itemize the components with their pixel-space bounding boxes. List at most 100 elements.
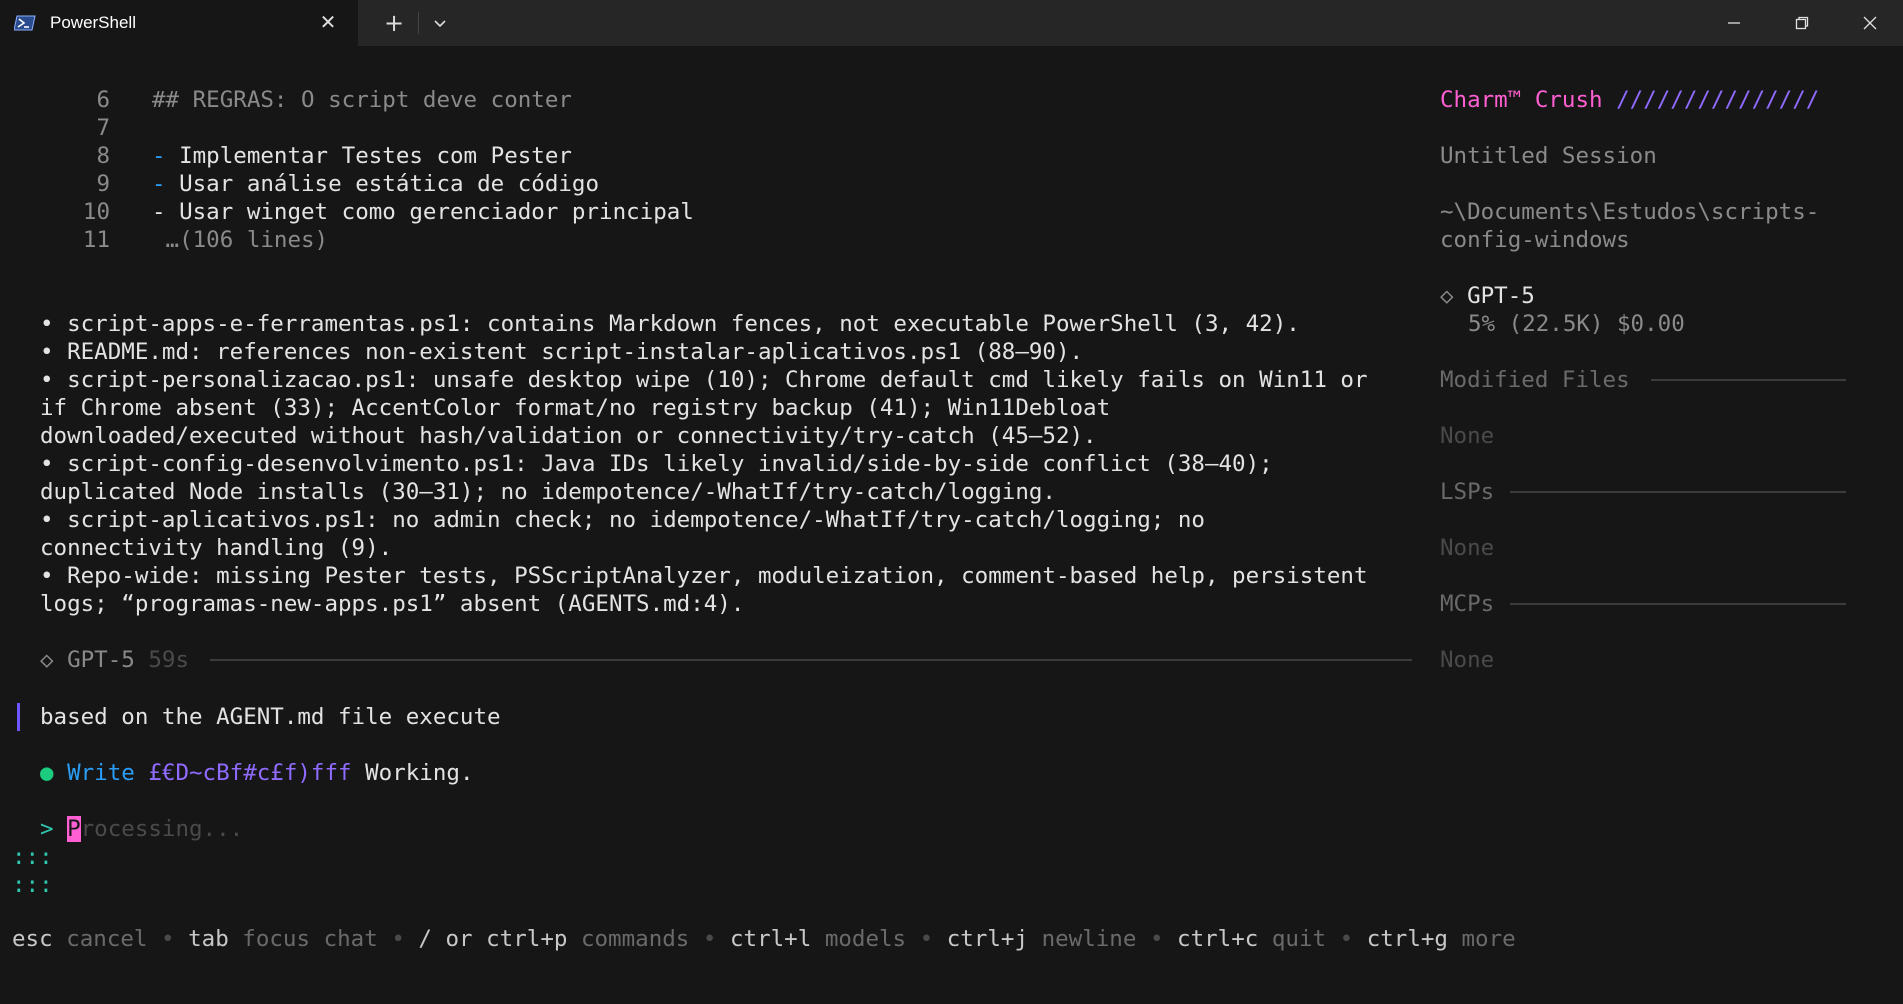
help-key: esc xyxy=(12,926,53,952)
diamond-icon: ◇ xyxy=(1440,283,1454,309)
help-key: ctrl+j xyxy=(946,926,1029,952)
code-line: ## REGRAS: O script deve conter xyxy=(152,87,572,113)
help-sep: • xyxy=(1149,926,1164,952)
help-desc: focus chat xyxy=(242,926,378,952)
modified-files-value: None xyxy=(1440,423,1495,449)
divider xyxy=(1510,491,1846,493)
code-line: - Usar análise estática de código xyxy=(152,170,599,198)
close-icon[interactable]: ✕ xyxy=(316,10,340,34)
chat-input[interactable]: > Processing... xyxy=(40,815,243,843)
user-message-marker xyxy=(17,703,20,731)
help-desc: cancel xyxy=(66,926,148,952)
brand-name: Charm™ Crush xyxy=(1440,87,1603,113)
prompt-chevron-icon: > xyxy=(40,816,54,842)
sidebar-model: ◇ GPT-5 xyxy=(1440,282,1535,310)
divider xyxy=(210,659,1412,661)
session-title: Untitled Session xyxy=(1440,143,1657,169)
finding-line: • script-aplicativos.ps1: no admin check… xyxy=(40,507,1205,533)
finding-line: • script-config-desenvolvimento.ps1: Jav… xyxy=(40,451,1273,477)
line-number: 11 xyxy=(82,227,110,253)
help-key: ctrl+g xyxy=(1366,926,1448,952)
help-desc: newline xyxy=(1041,926,1137,952)
line-number: 7 xyxy=(96,115,110,141)
window-close-button[interactable] xyxy=(1836,0,1903,46)
code-line: - Implementar Testes com Pester xyxy=(152,142,572,170)
model-name: GPT-5 xyxy=(67,647,135,673)
keybinding-help: esc cancel • tab focus chat • / or ctrl+… xyxy=(12,925,1516,953)
status-dot-icon: ● xyxy=(40,760,54,786)
finding-line: logs; “programas-new-apps.ps1” absent (A… xyxy=(40,591,745,617)
finding-line: • Repo-wide: missing Pester tests, PSScr… xyxy=(40,563,1368,589)
minimize-icon xyxy=(1728,22,1740,24)
code-line-text: Implementar Testes com Pester xyxy=(165,143,572,169)
powershell-icon xyxy=(14,15,36,31)
tab-title: PowerShell xyxy=(50,13,136,32)
code-line: - Usar winget como gerenciador principal xyxy=(152,199,694,225)
help-sep: • xyxy=(161,926,175,952)
help-desc: models xyxy=(824,926,907,952)
line-number: 10 xyxy=(82,199,110,225)
spinner-icon: ::: xyxy=(12,872,53,898)
help-key: ctrl+c xyxy=(1177,926,1259,952)
finding-line: if Chrome absent (33); AccentColor forma… xyxy=(40,395,1111,421)
code-line-text: Usar análise estática de código xyxy=(165,171,600,197)
model-footer: ◇ GPT-5 59s xyxy=(40,646,189,674)
brand: Charm™ Crush /////////////// xyxy=(1440,86,1819,114)
section-title-modified-files: Modified Files xyxy=(1440,367,1630,393)
finding-line: duplicated Node installs (30–31); no ide… xyxy=(40,479,1056,505)
code-truncated: …(106 lines) xyxy=(152,227,329,253)
help-key: tab xyxy=(188,926,229,952)
help-desc: commands xyxy=(580,926,690,952)
section-title-lsps: LSPs xyxy=(1440,479,1495,505)
line-number: 9 xyxy=(96,171,110,197)
spinner-icon: ::: xyxy=(12,844,53,870)
chevron-down-icon xyxy=(434,20,446,28)
model-name: GPT-5 xyxy=(1467,283,1535,309)
maximize-button[interactable] xyxy=(1768,0,1836,46)
working-dir: ~\Documents\Estudos\scripts- xyxy=(1440,199,1820,225)
minimize-button[interactable] xyxy=(1700,0,1768,46)
input-placeholder: rocessing... xyxy=(80,816,244,842)
maximize-icon xyxy=(1795,16,1809,30)
user-message: based on the AGENT.md file execute xyxy=(40,704,501,730)
help-key: / or ctrl+p xyxy=(418,926,568,952)
mcps-value: None xyxy=(1440,647,1495,673)
finding-line: • script-personalizacao.ps1: unsafe desk… xyxy=(40,367,1368,393)
finding-line: connectivity handling (9). xyxy=(40,535,393,561)
tool-name: Write xyxy=(67,760,135,786)
response-duration: 59s xyxy=(148,647,190,673)
tool-status: Working. xyxy=(365,760,474,786)
text-cursor: P xyxy=(67,816,81,842)
context-usage: 5% (22.5K) xyxy=(1468,311,1604,337)
section-title-mcps: MCPs xyxy=(1440,591,1495,617)
divider xyxy=(1510,603,1846,605)
finding-line: downloaded/executed without hash/validat… xyxy=(40,423,1097,449)
brand-stripes: /////////////// xyxy=(1616,87,1820,113)
help-key: ctrl+l xyxy=(729,926,812,952)
tool-arg: £€D~cBf#c£f)fff xyxy=(148,760,352,786)
divider xyxy=(1651,379,1846,381)
help-sep: • xyxy=(391,926,405,952)
help-desc: more xyxy=(1461,926,1516,952)
help-desc: quit xyxy=(1271,926,1327,952)
list-bullet: - xyxy=(152,143,166,169)
tool-call: ● Write £€D~cBf#c£f)fff Working. xyxy=(40,759,474,787)
finding-line: • README.md: references non-existent scr… xyxy=(40,339,1084,365)
lsps-value: None xyxy=(1440,535,1495,561)
session-cost: $0.00 xyxy=(1617,311,1685,337)
diamond-icon: ◇ xyxy=(40,647,54,673)
list-bullet: - xyxy=(152,171,166,197)
line-number: 8 xyxy=(96,143,110,169)
finding-line: • script-apps-e-ferramentas.ps1: contain… xyxy=(40,311,1300,337)
new-tab-button[interactable]: + xyxy=(377,8,411,38)
line-number: 6 xyxy=(96,87,110,113)
tab-dropdown-button[interactable] xyxy=(426,8,454,38)
window-close-icon xyxy=(1863,16,1877,30)
tab-powershell[interactable]: PowerShell ✕ xyxy=(0,0,358,46)
help-sep: • xyxy=(919,926,934,952)
help-sep: • xyxy=(1339,926,1354,952)
plus-icon: + xyxy=(383,9,405,37)
help-sep: • xyxy=(702,926,717,952)
working-dir-cont: config-windows xyxy=(1440,227,1630,253)
title-bar: PowerShell ✕ + xyxy=(0,0,1903,46)
